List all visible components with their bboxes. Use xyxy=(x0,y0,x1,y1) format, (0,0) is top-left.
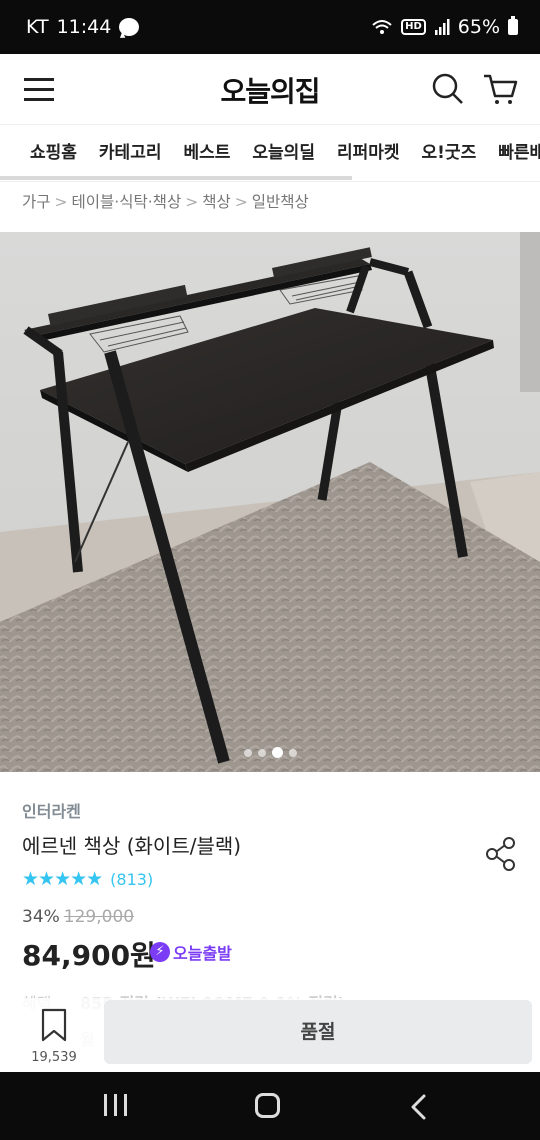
hd-icon: HD xyxy=(401,19,426,35)
app-header: 오늘의집 xyxy=(0,54,540,124)
gallery-pagination xyxy=(0,742,540,761)
breadcrumb-item[interactable]: 테이블·식탁·책상 xyxy=(72,193,182,211)
chat-bubble-icon xyxy=(119,18,140,36)
system-nav-bar xyxy=(0,1072,540,1140)
product-title: 에르넨 책상 (화이트/블랙) xyxy=(22,834,242,858)
original-price: 129,000 xyxy=(63,907,135,927)
tab-fast-delivery[interactable]: 빠른배송 xyxy=(498,125,540,181)
chevron-right-icon: > xyxy=(185,193,199,211)
discount-rate: 34% xyxy=(22,907,60,927)
category-tabs: 쇼핑홈 카테고리 베스트 오늘의딜 리퍼마켓 오!굿즈 빠른배송 xyxy=(0,124,540,182)
sold-out-button[interactable]: 품절 xyxy=(104,1000,532,1064)
breadcrumb-item[interactable]: 가구 xyxy=(22,193,51,211)
battery-percent: 65% xyxy=(457,16,500,38)
star-rating-icon: ★★★★★ xyxy=(22,868,103,890)
home-icon[interactable] xyxy=(255,1093,280,1118)
tab-scroll-indicator xyxy=(0,176,352,180)
pagination-dot-active[interactable] xyxy=(271,747,283,758)
product-page: KT 11:44 HD 65% 오늘의집 쇼핑홈 카테고리 베스트 오늘의딜 리… xyxy=(0,0,540,1140)
breadcrumb: 가구 > 테이블·식탁·책상 > 책상 > 일반책상 xyxy=(22,190,309,212)
chevron-right-icon: > xyxy=(54,193,68,211)
discount-row: 34% 129,000 xyxy=(22,907,134,927)
status-bar: KT 11:44 HD 65% xyxy=(0,0,540,54)
pagination-dot[interactable] xyxy=(288,748,297,757)
breadcrumb-item[interactable]: 일반책상 xyxy=(252,193,309,211)
rating-row[interactable]: ★★★★★ (813) xyxy=(22,868,153,890)
product-image-gallery[interactable] xyxy=(0,232,540,772)
back-icon[interactable] xyxy=(408,1094,430,1120)
tab-shopping-home[interactable]: 쇼핑홈 xyxy=(30,125,77,181)
bookmark-count: 19,539 xyxy=(31,1050,77,1065)
tab-refurb-market[interactable]: 리퍼마켓 xyxy=(337,125,400,181)
tab-goods[interactable]: 오!굿즈 xyxy=(422,125,477,181)
recent-apps-icon[interactable] xyxy=(104,1094,128,1116)
battery-icon xyxy=(508,16,518,35)
desk-photo xyxy=(0,232,540,772)
wifi-icon xyxy=(372,20,392,34)
tab-category[interactable]: 카테고리 xyxy=(99,125,162,181)
sale-price: 84,900원 xyxy=(22,939,156,972)
pagination-dot[interactable] xyxy=(243,748,252,757)
signal-icon xyxy=(434,19,450,35)
tab-best[interactable]: 베스트 xyxy=(183,125,230,181)
bookmark-button[interactable]: 19,539 xyxy=(20,1008,88,1065)
tab-todays-deal[interactable]: 오늘의딜 xyxy=(252,125,315,181)
breadcrumb-item[interactable]: 책상 xyxy=(202,193,231,211)
clock: 11:44 xyxy=(56,16,112,38)
pagination-dot[interactable] xyxy=(257,748,266,757)
brand-name[interactable]: 인터라켄 xyxy=(22,798,81,822)
share-icon[interactable] xyxy=(484,836,518,872)
chevron-right-icon: > xyxy=(234,193,248,211)
cart-icon[interactable] xyxy=(482,72,518,106)
bookmark-icon xyxy=(41,1008,67,1042)
delivery-badge: ⚡ 오늘출발 xyxy=(150,940,232,964)
carrier: KT xyxy=(26,16,49,38)
delivery-badge-label: 오늘출발 xyxy=(173,944,232,963)
lightning-icon: ⚡ xyxy=(150,942,170,962)
search-icon[interactable] xyxy=(432,72,464,106)
review-count[interactable]: (813) xyxy=(110,870,153,889)
